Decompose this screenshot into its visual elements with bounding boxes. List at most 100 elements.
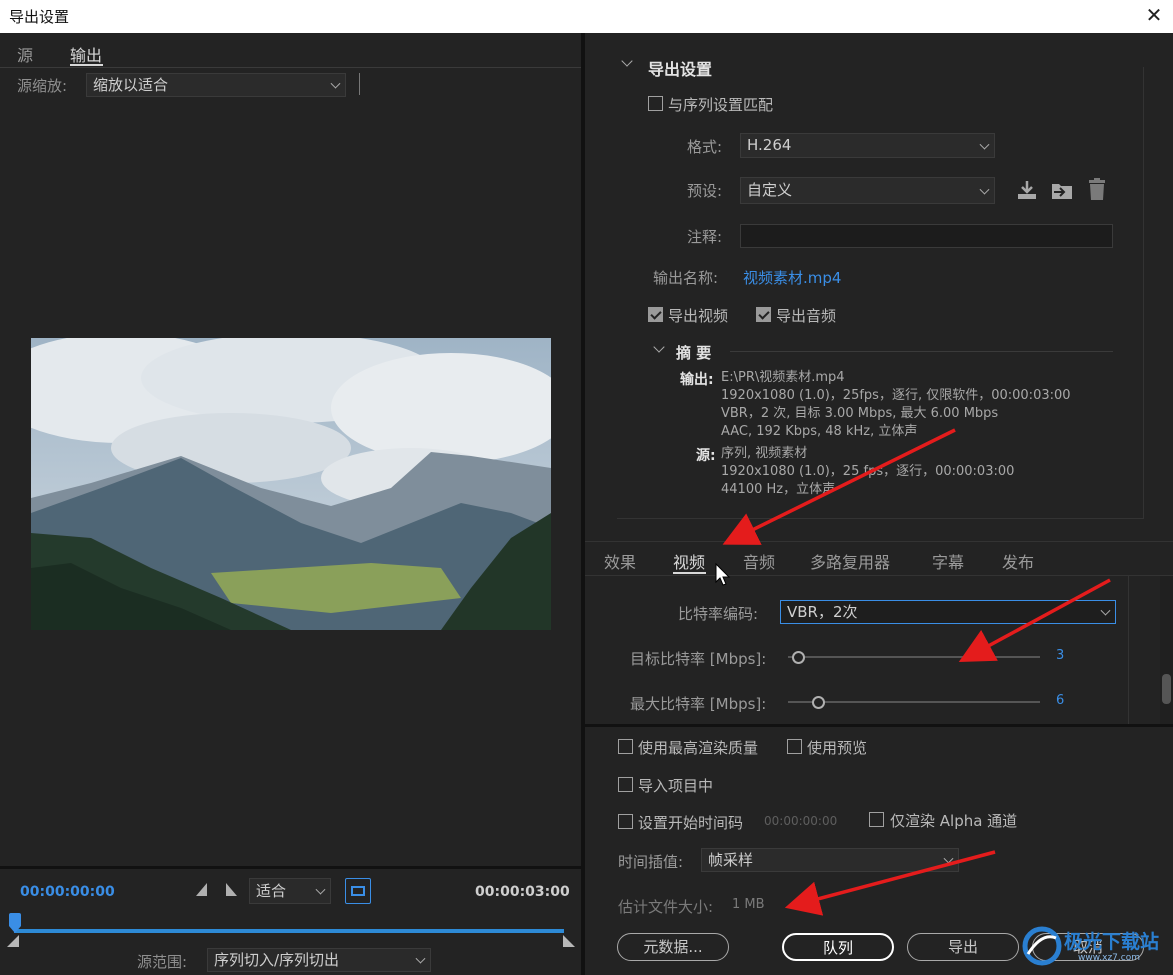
- aspect-glyph: [351, 886, 365, 896]
- comment-field[interactable]: [740, 224, 1113, 248]
- playhead-tip: [9, 926, 21, 933]
- max-render-quality-label: 使用最高渲染质量: [638, 739, 759, 757]
- fit-value: 适合: [256, 882, 287, 900]
- max-render-quality-checkbox[interactable]: [618, 739, 633, 754]
- source-scale-label: 源缩放:: [17, 77, 68, 95]
- export-video-label: 导出视频: [668, 307, 729, 325]
- source-scale-value: 缩放以适合: [93, 76, 169, 94]
- tab-effects[interactable]: 效果: [604, 549, 636, 573]
- in-point-icon[interactable]: [7, 935, 19, 947]
- tab-audio[interactable]: 音频: [743, 549, 775, 573]
- metadata-button[interactable]: 元数据...: [617, 933, 729, 961]
- summary-source-label: 源:: [696, 448, 716, 464]
- set-start-timecode-label: 设置开始时间码: [638, 814, 744, 832]
- import-preset-icon[interactable]: [1050, 179, 1074, 201]
- output-name-label: 输出名称:: [653, 269, 719, 287]
- summary-output-line: 1920x1080 (1.0)，25fps，逐行, 仅限软件，00:00:03:…: [721, 388, 1071, 403]
- bitrate-encoding-dropdown[interactable]: VBR，2次: [780, 600, 1116, 624]
- divider: [585, 541, 1173, 542]
- scrollbar-thumb[interactable]: [1162, 674, 1171, 704]
- timecode-end: 00:00:03:00: [475, 884, 570, 900]
- preview-panel: 源 输出 源缩放: 缩放以适合 00:00:00:00 适合 00:00:03:…: [0, 33, 581, 975]
- divider: [0, 866, 581, 869]
- summary-output-line: VBR，2 次, 目标 3.00 Mbps, 最大 6.00 Mbps: [721, 406, 999, 421]
- chevron-down-icon: [315, 884, 326, 895]
- summary-output-line: E:\PR\视频素材.mp4: [721, 370, 845, 385]
- summary-source-block: 序列, 视频素材 1920x1080 (1.0)，25 fps，逐行，00:00…: [721, 445, 1014, 499]
- bitrate-encoding-value: VBR，2次: [787, 603, 858, 621]
- chevron-down-icon: [979, 184, 990, 195]
- tab-multiplexer[interactable]: 多路复用器: [810, 549, 890, 573]
- source-range-dropdown[interactable]: 序列切入/序列切出: [207, 948, 431, 972]
- export-audio-checkbox[interactable]: [756, 307, 771, 322]
- export-button[interactable]: 导出: [907, 933, 1019, 961]
- use-previews-checkbox[interactable]: [787, 739, 802, 754]
- settings-panel: 导出设置 与序列设置匹配 格式: H.264 预设: 自定义 注释: 输出名称:…: [585, 33, 1173, 975]
- format-dropdown[interactable]: H.264: [740, 133, 995, 158]
- chevron-down-icon[interactable]: [621, 55, 633, 67]
- preset-value: 自定义: [747, 181, 793, 199]
- time-interpolation-value: 帧采样: [708, 851, 754, 869]
- max-bitrate-value[interactable]: 6: [1056, 693, 1064, 708]
- estimated-size-value: 1 MB: [732, 897, 765, 912]
- playhead-icon[interactable]: [9, 913, 21, 926]
- target-bitrate-knob[interactable]: [792, 651, 806, 664]
- import-into-project-label: 导入项目中: [638, 777, 714, 795]
- source-scale-dropdown[interactable]: 缩放以适合: [86, 73, 346, 97]
- bitrate-encoding-label: 比特率编码:: [678, 605, 759, 623]
- mark-out-icon[interactable]: [226, 883, 237, 896]
- watermark-logo: 极光下载站 www.xz7.com: [1022, 920, 1172, 975]
- match-sequence-label: 与序列设置匹配: [668, 96, 774, 114]
- estimated-size-label: 估计文件大小:: [618, 898, 714, 916]
- landscape-image: [31, 338, 551, 630]
- max-bitrate-label: 最大比特率 [Mbps]:: [630, 695, 767, 713]
- time-interpolation-label: 时间插值:: [618, 853, 684, 871]
- tab-output-underline: [70, 64, 103, 66]
- render-alpha-only-checkbox[interactable]: [869, 812, 884, 827]
- tab-publish[interactable]: 发布: [1002, 549, 1034, 573]
- mark-in-icon[interactable]: [196, 883, 207, 896]
- format-value: H.264: [747, 136, 792, 154]
- fit-dropdown[interactable]: 适合: [249, 878, 331, 904]
- chevron-down-icon: [943, 853, 954, 864]
- max-bitrate-slider[interactable]: [788, 701, 1040, 703]
- timecode-start[interactable]: 00:00:00:00: [20, 884, 115, 900]
- video-settings-area: 比特率编码: VBR，2次 目标比特率 [Mbps]: 3 最大比特率 [Mbp…: [585, 576, 1173, 724]
- timeline-scrubber[interactable]: [14, 929, 564, 933]
- export-video-checkbox[interactable]: [648, 307, 663, 322]
- source-range-label: 源范围:: [137, 953, 188, 971]
- scrollbar[interactable]: [1160, 576, 1173, 724]
- summary-output-label: 输出:: [680, 372, 714, 388]
- tab-output[interactable]: 输出: [70, 42, 102, 66]
- tab-video[interactable]: 视频: [673, 549, 705, 573]
- out-point-icon[interactable]: [563, 935, 575, 947]
- tab-captions[interactable]: 字幕: [932, 549, 964, 573]
- save-preset-icon[interactable]: [1016, 179, 1038, 201]
- close-icon[interactable]: ✕: [1142, 3, 1166, 27]
- use-previews-label: 使用预览: [807, 739, 868, 757]
- export-settings-header: 导出设置: [648, 60, 713, 79]
- summary-output-block: E:\PR\视频素材.mp4 1920x1080 (1.0)，25fps，逐行,…: [721, 369, 1071, 441]
- divider: [585, 724, 1173, 727]
- output-name-link[interactable]: 视频素材.mp4: [743, 267, 841, 288]
- import-into-project-checkbox[interactable]: [618, 777, 633, 792]
- preset-dropdown[interactable]: 自定义: [740, 177, 995, 204]
- window-titlebar: 导出设置 ✕: [0, 0, 1173, 33]
- source-range-value: 序列切入/序列切出: [214, 951, 340, 969]
- summary-source-line: 序列, 视频素材: [721, 446, 808, 461]
- aspect-toggle-icon[interactable]: [345, 878, 371, 904]
- time-interpolation-dropdown[interactable]: 帧采样: [701, 848, 959, 872]
- window-title: 导出设置: [9, 8, 70, 26]
- target-bitrate-value[interactable]: 3: [1056, 648, 1064, 663]
- preview-image: [31, 338, 551, 630]
- tab-source[interactable]: 源: [17, 42, 33, 66]
- queue-button[interactable]: 队列: [782, 933, 894, 961]
- start-timecode-field[interactable]: 00:00:00:00: [764, 814, 837, 828]
- target-bitrate-slider[interactable]: [788, 656, 1040, 658]
- divider: [0, 67, 581, 68]
- set-start-timecode-checkbox[interactable]: [618, 814, 633, 829]
- match-sequence-checkbox[interactable]: [648, 96, 663, 111]
- delete-preset-icon[interactable]: [1087, 177, 1107, 201]
- watermark-text: 极光下载站: [1064, 931, 1160, 953]
- summary-output-line: AAC, 192 Kbps, 48 kHz, 立体声: [721, 424, 918, 439]
